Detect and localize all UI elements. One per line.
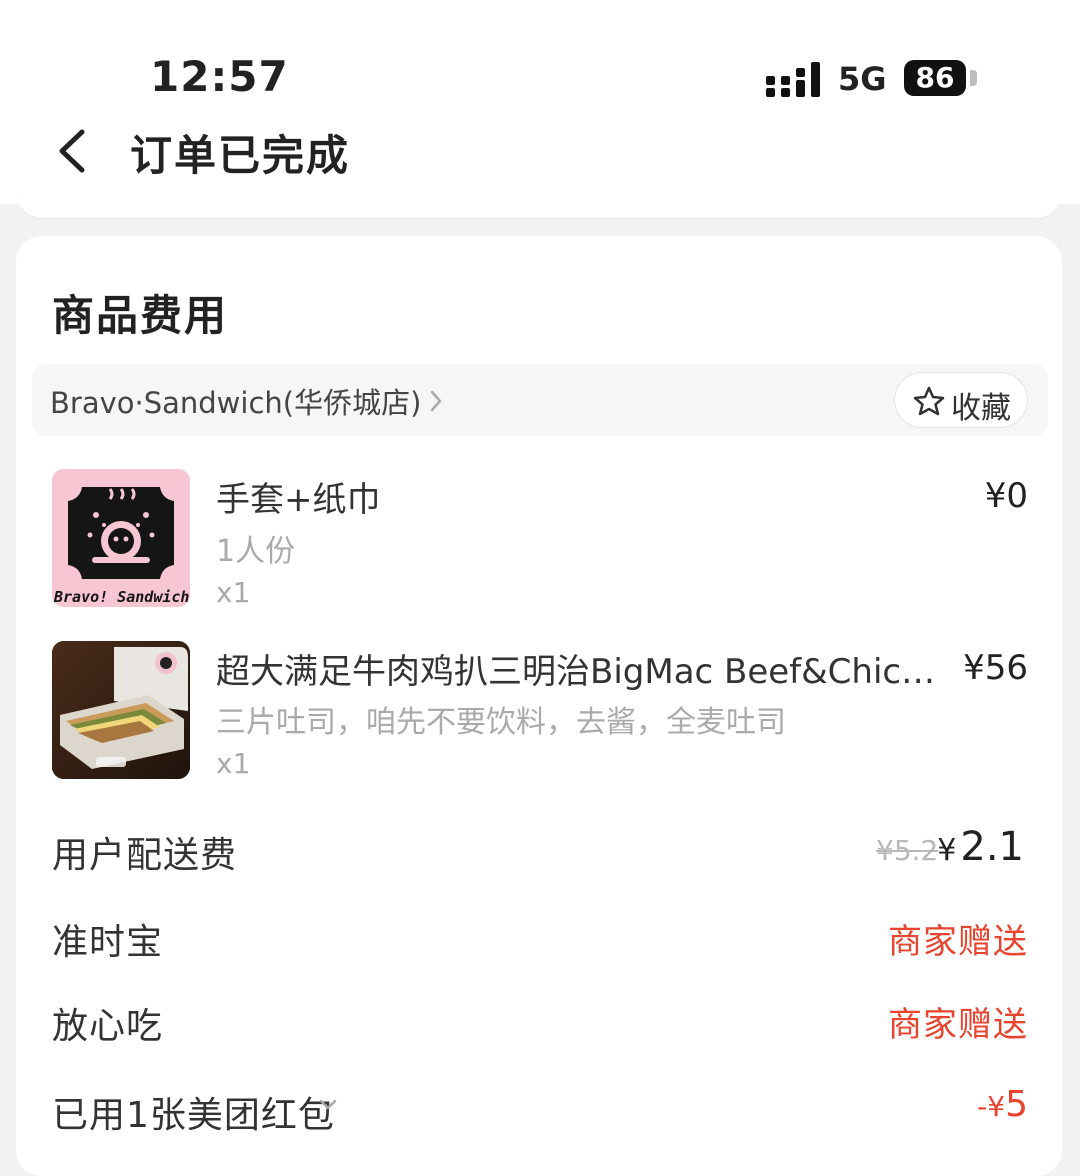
previous-card-edge: [16, 180, 1062, 218]
ontime-guarantee-label: 准时宝: [52, 922, 164, 963]
discount-prefix: -¥: [977, 1090, 1006, 1123]
battery-cap: [970, 70, 977, 86]
battery-icon: 86: [904, 60, 966, 96]
item-name: 超大满足牛肉鸡扒三明治BigMac Beef&Chic…: [216, 652, 936, 692]
section-title: 商品费用: [52, 291, 229, 340]
currency-symbol: ¥: [937, 833, 957, 868]
store-name[interactable]: Bravo·Sandwich(华侨城店): [50, 380, 421, 422]
discount-amount: 5: [1005, 1084, 1028, 1125]
item-quantity: x1: [216, 747, 251, 780]
delivery-fee-value: ¥2.1: [937, 824, 1024, 870]
redpack-discount: -¥5: [977, 1084, 1028, 1125]
delivery-fee-amount: 2.1: [960, 824, 1024, 870]
item-price: ¥56: [963, 648, 1028, 688]
delivery-fee-label: 用户配送费: [52, 835, 238, 876]
back-arrow-icon[interactable]: [54, 128, 88, 174]
original-delivery-fee: ¥5.2: [876, 834, 939, 867]
top-bar: 12:57 5G 86 订单已完成: [0, 0, 1080, 204]
sandwich-photo: [52, 641, 190, 779]
item-price: ¥0: [984, 476, 1028, 516]
chevron-right-icon: [430, 390, 442, 412]
item-spec: 三片吐司，咱先不要饮料，去酱，全麦吐司: [216, 705, 786, 740]
favorite-label: 收藏: [951, 391, 1011, 426]
favorite-button[interactable]: 收藏: [894, 372, 1028, 428]
ontime-guarantee-value: 商家赠送: [888, 922, 1028, 962]
network-type: 5G: [838, 60, 887, 98]
page-title: 订单已完成: [130, 131, 351, 180]
item-name: 手套+纸巾: [216, 480, 381, 520]
status-time: 12:57: [150, 52, 289, 101]
safe-eat-label: 放心吃: [52, 1006, 164, 1047]
svg-text:Bravo! Sandwich: Bravo! Sandwich: [53, 588, 189, 606]
cellular-signal-icon: [766, 62, 820, 97]
item-thumbnail-sandwich[interactable]: [52, 641, 190, 779]
logo-caption: Bravo! Sandwich: [53, 588, 189, 606]
safe-eat-value: 商家赠送: [888, 1005, 1028, 1045]
redpack-label[interactable]: 已用1张美团红包: [52, 1086, 335, 1138]
item-spec: 1人份: [216, 534, 296, 569]
chevron-down-icon[interactable]: [318, 1098, 338, 1112]
star-icon: [913, 386, 945, 416]
item-quantity: x1: [216, 576, 251, 609]
